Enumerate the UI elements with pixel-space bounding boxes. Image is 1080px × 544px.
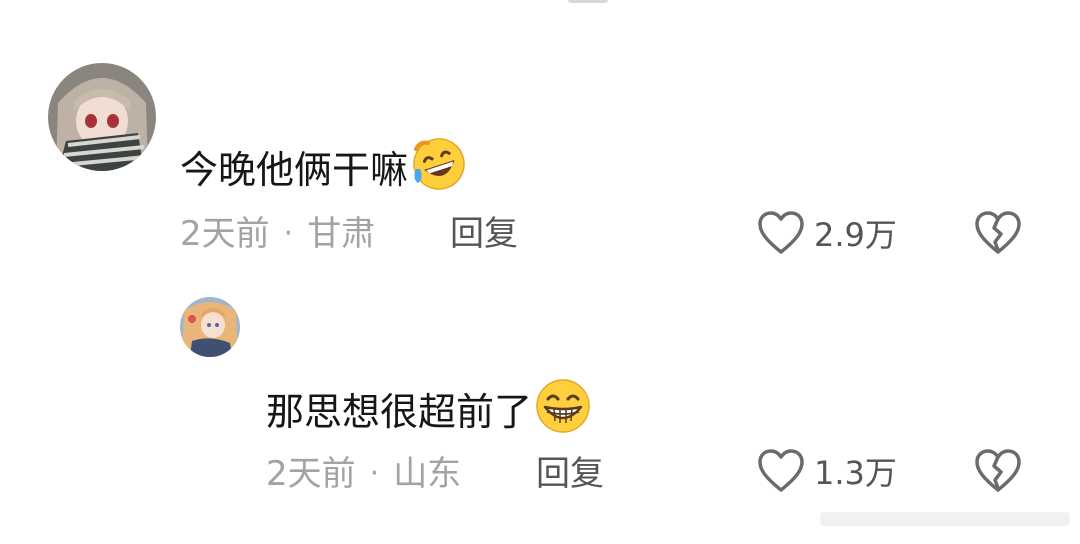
comment-meta: 2天前 · 山东 xyxy=(266,452,461,496)
separator: · xyxy=(369,456,380,491)
avatar[interactable] xyxy=(48,63,156,171)
broken-heart-icon xyxy=(973,449,1023,498)
like-button[interactable]: 2.9万 xyxy=(756,210,897,260)
comment-text: 今晚他俩干嘛 xyxy=(180,135,468,204)
comment-body: 今晚他俩干嘛 xyxy=(180,147,409,192)
dislike-button[interactable] xyxy=(973,448,1023,498)
separator: · xyxy=(283,216,294,251)
heart-icon xyxy=(756,210,806,260)
comment-location: 山东 xyxy=(393,454,462,494)
like-button[interactable]: 1.3万 xyxy=(756,448,897,498)
like-count: 2.9万 xyxy=(814,216,897,254)
comment-time: 2天前 xyxy=(180,214,270,254)
avatar[interactable] xyxy=(180,297,240,357)
comment-body: 那思想很超前了 xyxy=(266,389,533,434)
like-count: 1.3万 xyxy=(814,454,897,492)
watermark xyxy=(820,506,1070,532)
reply-button[interactable]: 回复 xyxy=(536,452,604,496)
top-edge-fragment xyxy=(568,0,608,3)
comment-time: 2天前 xyxy=(266,454,356,494)
broken-heart-icon xyxy=(973,211,1023,260)
grin-emoji-icon xyxy=(534,377,592,446)
heart-icon xyxy=(756,448,806,498)
dislike-button[interactable] xyxy=(973,210,1023,260)
comment-meta: 2天前 · 甘肃 xyxy=(180,212,375,256)
comment-location: 甘肃 xyxy=(307,214,376,254)
reply-button[interactable]: 回复 xyxy=(450,212,518,256)
rofl-emoji-icon xyxy=(410,135,468,204)
comment-text: 那思想很超前了 xyxy=(266,377,592,446)
